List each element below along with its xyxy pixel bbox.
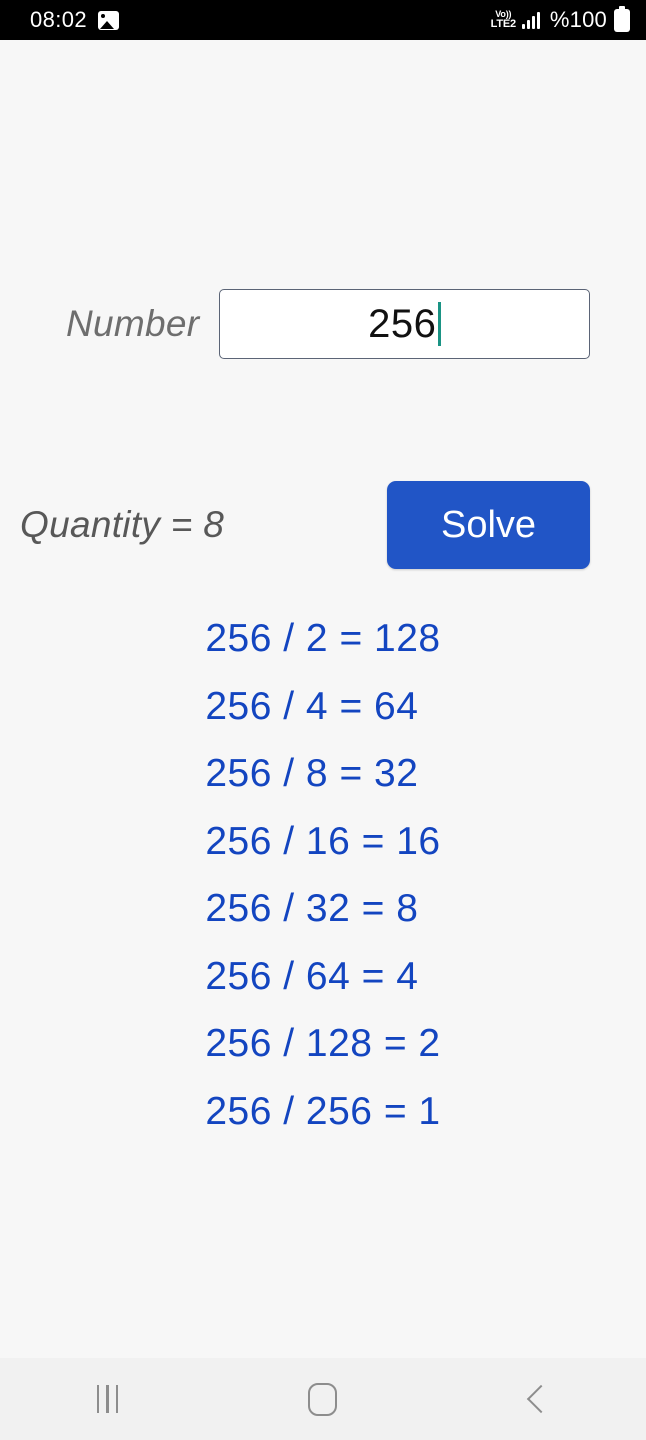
back-icon: [527, 1384, 556, 1414]
quantity-row: Quantity = 8 Solve: [0, 480, 646, 570]
volte-indicator: Vo)) LTE2: [491, 10, 516, 30]
phone-screen: 08:02 Vo)) LTE2 %100 Number 256 Quantity…: [0, 0, 646, 1440]
list-item: 256 / 32 = 8: [205, 887, 419, 930]
list-item: 256 / 256 = 1: [205, 1089, 441, 1133]
list-item: 256 / 128 = 2: [205, 1022, 441, 1065]
home-button[interactable]: [215, 1358, 430, 1440]
list-item: 256 / 16 = 16: [205, 819, 441, 863]
signal-bars-icon: [521, 11, 540, 29]
app-content: Number 256 Quantity = 8 Solve 256 / 2 = …: [0, 40, 646, 1358]
number-input-value: 256: [368, 301, 437, 346]
navigation-bar: [0, 1358, 646, 1440]
volte-label-bottom: LTE2: [490, 18, 516, 30]
battery-percent-label: %100: [549, 7, 607, 32]
solve-button[interactable]: Solve: [387, 481, 590, 569]
status-bar-left: 08:02: [30, 7, 120, 33]
back-button[interactable]: [431, 1358, 646, 1440]
list-item: 256 / 4 = 64: [205, 684, 419, 728]
text-caret: [438, 302, 442, 346]
status-bar-clock: 08:02: [30, 7, 88, 32]
list-item: 256 / 8 = 32: [205, 752, 419, 795]
status-bar-right: Vo)) LTE2 %100: [491, 5, 630, 33]
number-label: Number: [66, 303, 200, 344]
status-bar: 08:02 Vo)) LTE2 %100: [0, 0, 646, 40]
list-item: 256 / 64 = 4: [205, 954, 419, 998]
number-input[interactable]: 256: [219, 289, 590, 359]
image-icon: [98, 10, 120, 30]
solve-button-wrapper: Solve: [387, 481, 590, 569]
results-list-inner: 256 / 2 = 128 256 / 4 = 64 256 / 8 = 32 …: [205, 605, 440, 1145]
quantity-label: Quantity = 8: [20, 504, 225, 545]
battery-full-icon: [614, 5, 630, 32]
recents-button[interactable]: [0, 1358, 215, 1440]
number-row: Number 256: [0, 289, 646, 359]
recents-icon: [96, 1385, 119, 1413]
results-list: 256 / 2 = 128 256 / 4 = 64 256 / 8 = 32 …: [0, 605, 646, 1145]
list-item: 256 / 2 = 128: [205, 617, 441, 660]
home-icon: [308, 1382, 338, 1416]
